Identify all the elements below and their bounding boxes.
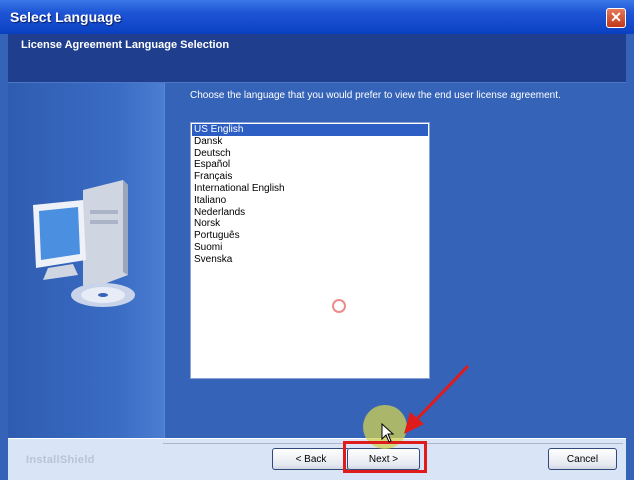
mouse-cursor-icon xyxy=(381,423,395,443)
instruction-text: Choose the language that you would prefe… xyxy=(190,90,561,101)
language-option[interactable]: Dansk xyxy=(192,136,428,148)
installshield-brand: InstallShield xyxy=(26,454,95,466)
language-option[interactable]: Español xyxy=(192,159,428,171)
title-bar: Select Language ✕ xyxy=(0,0,634,34)
next-button-annotation-box xyxy=(343,441,427,473)
dialog-footer: InstallShield < Back Next > Cancel xyxy=(8,438,626,480)
monitor xyxy=(33,200,86,280)
busy-indicator-icon xyxy=(332,299,346,313)
cancel-button[interactable]: Cancel xyxy=(548,448,617,470)
close-button[interactable]: ✕ xyxy=(606,8,626,28)
language-option[interactable]: Svenska xyxy=(192,254,428,266)
language-option[interactable]: Norsk xyxy=(192,218,428,230)
language-option[interactable]: Italiano xyxy=(192,195,428,207)
language-option[interactable]: Français xyxy=(192,171,428,183)
language-option[interactable]: Português xyxy=(192,230,428,242)
computer-tower xyxy=(83,180,128,290)
language-option[interactable]: Nederlands xyxy=(192,207,428,219)
language-listbox[interactable]: US English Dansk Deutsch Español Françai… xyxy=(190,122,430,379)
dialog-header: License Agreement Language Selection xyxy=(8,34,626,83)
back-button[interactable]: < Back xyxy=(272,448,350,470)
language-option[interactable]: Deutsch xyxy=(192,148,428,160)
installer-window: Select Language ✕ License Agreement Lang… xyxy=(0,0,634,480)
language-option[interactable]: Suomi xyxy=(192,242,428,254)
close-icon: ✕ xyxy=(610,9,622,25)
page-heading: License Agreement Language Selection xyxy=(21,39,230,51)
window-title: Select Language xyxy=(10,9,122,25)
language-option[interactable]: International English xyxy=(192,183,428,195)
computer-icon xyxy=(33,180,135,307)
language-option[interactable]: US English xyxy=(192,124,428,136)
cd-icon xyxy=(71,283,135,307)
